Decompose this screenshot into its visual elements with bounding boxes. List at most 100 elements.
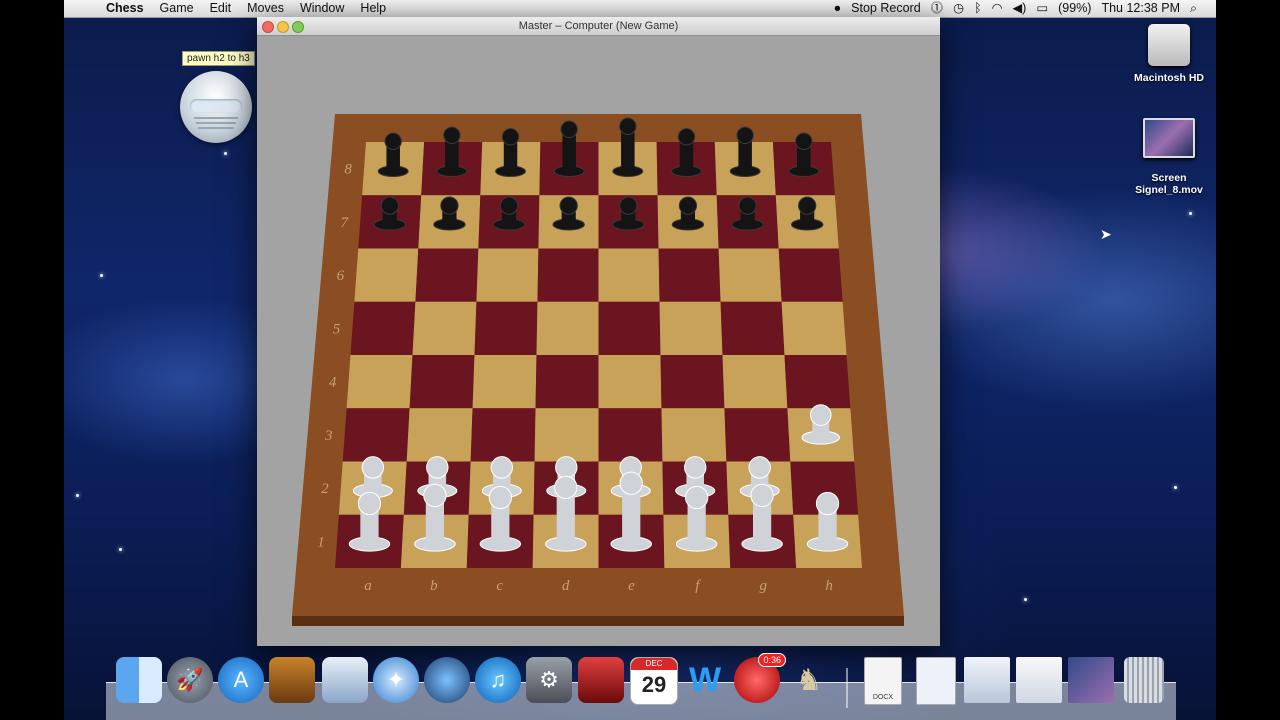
menu-game[interactable]: Game — [152, 0, 202, 17]
battery-icon[interactable]: ▭ — [1031, 0, 1053, 17]
black-knight-piece-head — [736, 126, 754, 145]
white-pawn-piece-head — [426, 456, 449, 479]
rank-label: 3 — [324, 428, 333, 444]
desktop-icon-label: Macintosh HD — [1133, 72, 1204, 84]
board-square — [537, 248, 599, 302]
board-square — [598, 301, 661, 355]
battery-percent: (99%) — [1058, 1, 1092, 15]
board-square — [659, 301, 723, 355]
move-tooltip: pawn h2 to h3 — [182, 51, 255, 66]
record-icon[interactable]: ● — [829, 0, 847, 17]
photo-booth-icon[interactable] — [578, 657, 624, 703]
menu-bar: Chess Game Edit Moves Window Help ● Stop… — [64, 0, 1216, 18]
spotlight-icon[interactable]: ⌕ — [1185, 0, 1202, 17]
white-king-piece-head — [619, 471, 643, 495]
bluetooth-icon[interactable]: ᛒ — [969, 0, 987, 17]
rank-label: 8 — [344, 162, 352, 178]
board-square — [354, 248, 419, 302]
chess-board[interactable]: a b c d e f g h87654321 — [257, 36, 940, 646]
app-store-icon[interactable]: A — [218, 657, 264, 703]
movie-stack-icon[interactable] — [1068, 657, 1114, 703]
white-pawn-piece-head — [361, 456, 385, 479]
black-bishop-piece-head — [501, 128, 520, 146]
accessibility-icon[interactable]: ⓵ — [926, 0, 949, 17]
board-square — [660, 355, 725, 409]
system-preferences-icon[interactable]: ⚙ — [526, 657, 572, 703]
clock[interactable]: Thu 12:38 PM — [1096, 0, 1185, 17]
white-bishop-piece-head — [488, 485, 512, 510]
facetime-icon[interactable] — [424, 657, 470, 703]
itunes-icon[interactable]: ♫ — [475, 657, 521, 703]
black-pawn-piece-head — [499, 196, 519, 215]
file-label: d — [562, 578, 570, 594]
star — [119, 548, 122, 551]
board-square — [409, 355, 475, 409]
board-square — [472, 355, 537, 409]
black-queen-piece-head — [560, 120, 578, 139]
board-square — [598, 408, 663, 462]
dock-divider — [846, 668, 848, 708]
board-square — [598, 355, 662, 409]
downloads-stack-icon[interactable] — [1016, 657, 1062, 703]
file-label: b — [430, 578, 438, 594]
menu-window[interactable]: Window — [292, 0, 352, 17]
window-title: Master – Computer (New Game) — [518, 20, 679, 32]
black-pawn-piece-head — [619, 196, 638, 215]
board-square — [476, 248, 539, 302]
desktop: Chess Game Edit Moves Window Help ● Stop… — [64, 0, 1216, 720]
close-button[interactable] — [262, 21, 274, 33]
white-knight-piece-head — [750, 483, 774, 508]
calendar-icon[interactable]: DEC 29 — [630, 657, 678, 705]
black-pawn-piece-head — [440, 196, 459, 215]
calendar-date: 29 — [641, 672, 667, 697]
menu-app-name[interactable]: Chess — [98, 0, 152, 17]
desktop-icon-movie[interactable]: Screen Signel_8.mov — [1124, 118, 1214, 196]
board-square — [342, 408, 410, 462]
launchpad-icon[interactable]: 🚀 — [167, 657, 213, 703]
star — [224, 152, 227, 155]
board-square — [658, 248, 721, 302]
window-stack-icon[interactable] — [964, 657, 1010, 703]
minimize-button[interactable] — [277, 21, 289, 33]
file-label: h — [825, 578, 833, 594]
iphoto-icon[interactable] — [269, 657, 315, 703]
menu-moves[interactable]: Moves — [239, 0, 292, 17]
chess-window: Master – Computer (New Game) abcdefgh876… — [257, 17, 940, 646]
chess-app-icon[interactable]: ♞ — [786, 657, 832, 703]
star — [100, 274, 103, 277]
menu-help[interactable]: Help — [352, 0, 394, 17]
wifi-icon[interactable]: ◠ — [987, 0, 1008, 17]
board-square — [781, 301, 847, 355]
word-icon[interactable]: W — [682, 657, 728, 703]
board-square — [720, 301, 785, 355]
window-titlebar[interactable]: Master – Computer (New Game) — [257, 17, 940, 36]
stop-record-menu[interactable]: Stop Record — [846, 0, 925, 17]
recorder-badge: 0:36 — [758, 653, 786, 667]
mail-stamp-icon[interactable] — [322, 657, 368, 703]
trash-icon[interactable] — [1124, 657, 1164, 703]
file-label: g — [759, 578, 767, 594]
board-square — [661, 408, 727, 462]
board-square — [406, 408, 473, 462]
board-square — [535, 355, 599, 409]
menu-edit[interactable]: Edit — [202, 0, 240, 17]
desktop-icon-hd[interactable]: Macintosh HD — [1124, 24, 1214, 84]
white-pawn-piece-head — [809, 404, 832, 426]
calendar-month: DEC — [631, 658, 677, 670]
black-rook-piece-head — [384, 132, 402, 151]
document-stack-icon[interactable] — [916, 657, 956, 705]
rank-label: 4 — [329, 375, 337, 391]
board-square — [718, 248, 782, 302]
time-machine-icon[interactable]: ◷ — [948, 0, 969, 17]
board-square — [724, 408, 791, 462]
board-square — [598, 248, 660, 302]
white-rook-piece-head — [357, 491, 382, 516]
docx-file-icon[interactable]: DOCX — [864, 657, 902, 705]
finder-icon[interactable] — [116, 657, 162, 703]
screen-recorder-icon[interactable]: 0:36 — [734, 653, 786, 703]
file-label: a — [364, 578, 372, 594]
speech-widget-icon[interactable] — [180, 71, 252, 143]
volume-icon[interactable]: ◀) — [1008, 0, 1032, 17]
safari-icon[interactable]: ✦ — [373, 657, 419, 703]
zoom-button[interactable] — [292, 21, 304, 33]
